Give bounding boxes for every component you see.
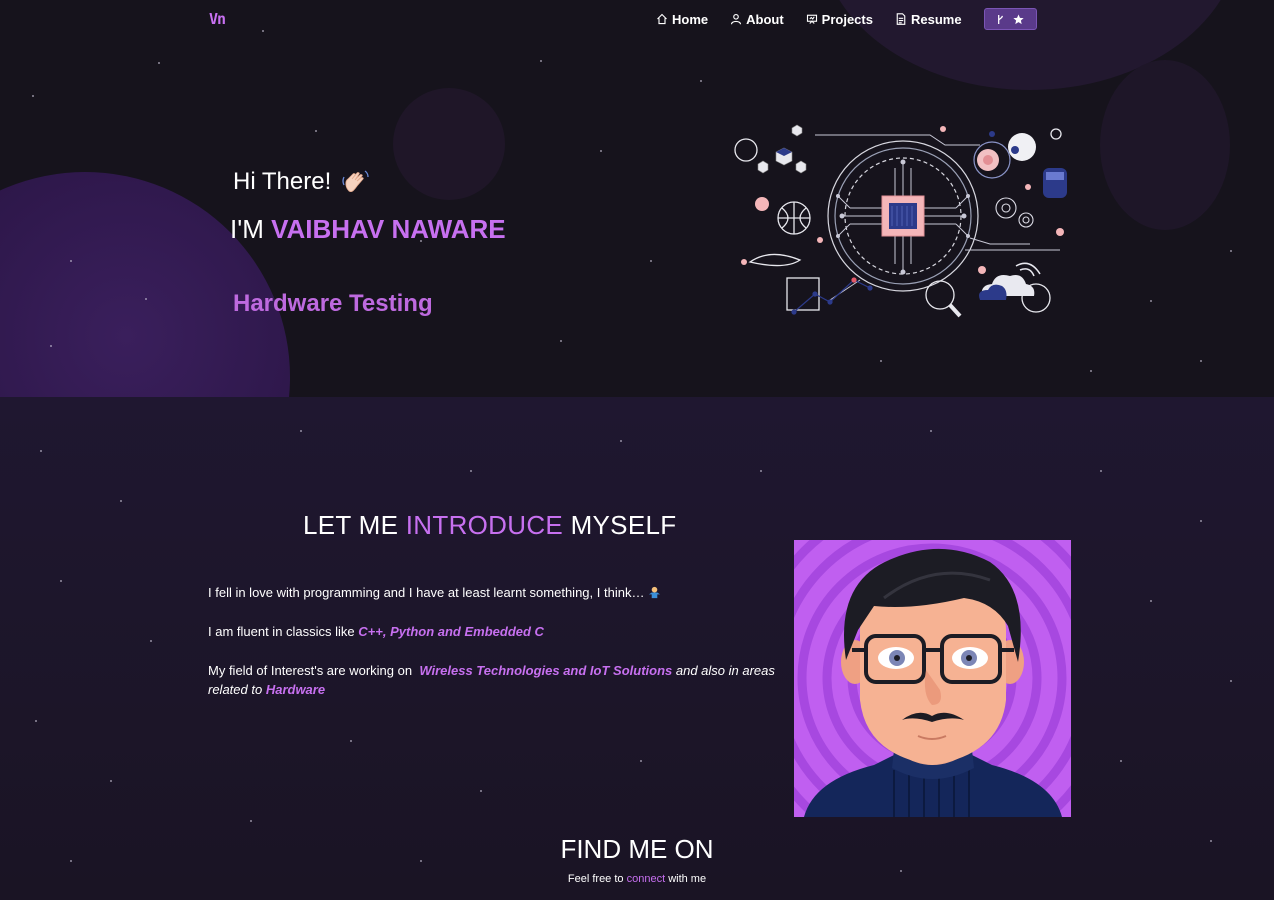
nav-about-label: About: [746, 11, 784, 27]
starfield: [0, 0, 1274, 900]
git-fork-icon: [998, 14, 1003, 24]
document-icon: [896, 13, 906, 25]
nav-home[interactable]: Home: [656, 12, 708, 27]
about-p1-text: I fell in love with programming and I ha…: [208, 585, 645, 600]
nav-resume[interactable]: Resume: [895, 12, 962, 27]
greeting-text: Hi There!: [233, 168, 332, 195]
hero-role-typewriter: Hardware Testing: [233, 290, 433, 317]
about-paragraph-2: I am fluent in classics like C++, Python…: [208, 622, 778, 641]
nav-resume-label: Resume: [910, 11, 962, 27]
user-icon: [731, 13, 742, 25]
nav-projects-label: Projects: [821, 11, 873, 27]
connect-link[interactable]: connect: [627, 873, 666, 885]
find-sub-pre: Feel free to: [567, 873, 624, 885]
about-heading: LET ME INTRODUCE MYSELF: [303, 510, 676, 541]
find-sub-post: with me: [668, 873, 707, 885]
star-icon: [1013, 13, 1024, 24]
find-me-subtext: Feel free to connect with me: [0, 873, 1274, 885]
page: Vn Home About Projects Resume Hi There! …: [0, 0, 1274, 900]
hero-name: I'M VAIBHAV NAWARE: [230, 214, 506, 245]
about-paragraph-1: I fell in love with programming and I ha…: [208, 583, 778, 602]
nav-home-label: Home: [672, 11, 709, 27]
waving-hand-icon: [342, 170, 369, 193]
site-logo[interactable]: Vn: [209, 10, 226, 28]
find-me-heading: FIND ME ON: [560, 834, 714, 864]
about-heading-post: MYSELF: [570, 510, 677, 540]
nav-links: Home About Projects Resume: [656, 8, 1037, 30]
about-heading-highlight: INTRODUCE: [405, 510, 564, 540]
about-description: I fell in love with programming and I ha…: [208, 583, 778, 719]
home-icon: [657, 13, 667, 25]
hero-greeting: Hi There!: [233, 168, 371, 196]
about-p3-text: My field of Interest's are working on: [208, 663, 413, 678]
about-heading-pre: LET ME: [303, 510, 399, 540]
shrug-emoji-icon: [649, 586, 661, 599]
nav-about[interactable]: About: [730, 12, 784, 27]
circuit-chip-illustration: [734, 124, 1067, 318]
projects-icon: [806, 14, 817, 24]
interests-highlight: Wireless Technologies and IoT Solutions: [419, 663, 673, 678]
languages-highlight: C++, Python and Embedded C: [358, 624, 544, 639]
hardware-highlight: Hardware: [265, 682, 326, 697]
name-highlight: VAIBHAV NAWARE: [271, 214, 506, 244]
navbar: Vn Home About Projects Resume: [0, 0, 1274, 40]
about-paragraph-3: My field of Interest's are working on Wi…: [208, 661, 778, 699]
about-p2-text: I am fluent in classics like: [208, 624, 355, 639]
name-prefix: I'M: [230, 214, 264, 244]
avatar: [794, 540, 1071, 817]
nav-projects[interactable]: Projects: [806, 12, 873, 27]
github-fork-button[interactable]: [983, 8, 1037, 30]
